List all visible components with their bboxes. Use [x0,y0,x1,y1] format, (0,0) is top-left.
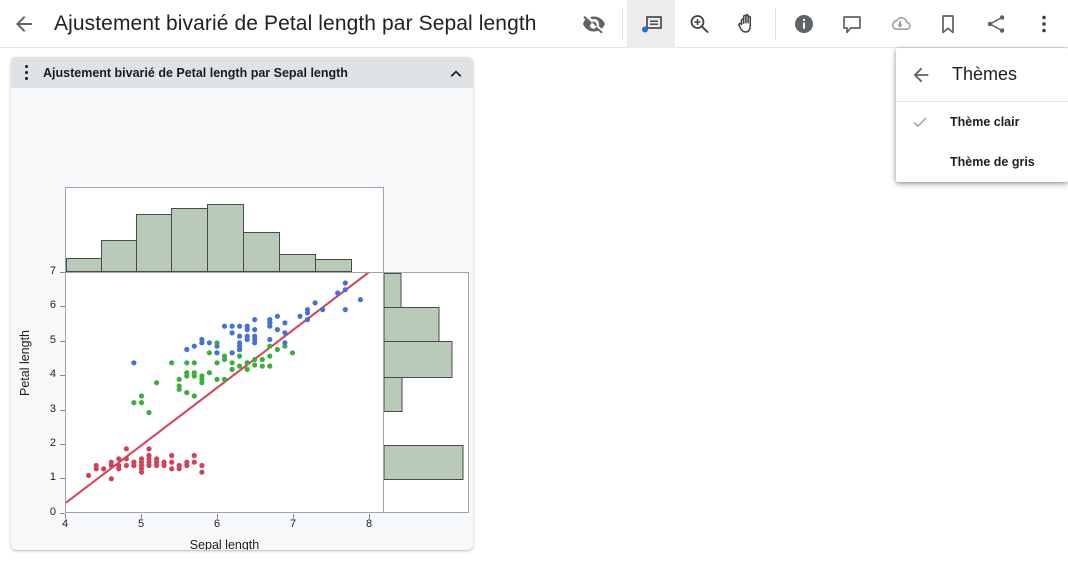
x-tick-label: 5 [132,518,150,530]
menu-item-theme-de-gris[interactable]: Thème de gris [896,142,1068,182]
y-tick [60,375,65,376]
page-title: Ajustement bivarié de Petal length par S… [54,12,537,36]
x-tick-label: 4 [56,518,74,530]
comment-button[interactable] [828,0,876,48]
y-tick [60,341,65,342]
card-kebab-menu-button[interactable] [17,65,35,80]
group-blue-points [131,280,363,365]
regression-line [66,273,383,503]
kebab-dot [25,71,28,74]
chart-plot-area: 0 1 2 3 4 5 6 7 4 5 6 7 8 Sepal length P… [11,88,473,550]
y-tick-label: 3 [40,403,56,415]
info-button[interactable] [780,0,828,48]
check-icon [910,113,930,131]
y-tick-label: 6 [40,299,56,311]
toolbar-divider-1 [622,8,623,40]
y-tick-label: 4 [40,368,56,380]
overflow-menu-icon [1032,12,1056,36]
group-red-points [86,446,204,481]
download-button[interactable] [876,0,924,48]
themes-menu-title: Thèmes [952,64,1017,85]
comment-icon [840,12,864,36]
top-histogram [65,187,384,272]
right-histogram-bars [384,273,468,513]
kebab-dot [25,77,28,80]
cloud-download-icon [888,12,912,36]
annotation-tool-button[interactable] [627,0,675,48]
pan-tool-button[interactable] [723,0,771,48]
chart-card-header: Ajustement bivarié de Petal length par S… [11,57,473,88]
y-tick [60,444,65,445]
y-tick [60,272,65,273]
visibility-off-icon [582,12,606,36]
group-green-points [131,340,295,415]
right-histogram [384,272,469,513]
share-button[interactable] [972,0,1020,48]
menu-item-theme-clair[interactable]: Thème clair [896,102,1068,142]
y-axis-title: Petal length [18,303,32,423]
x-tick-label: 7 [284,518,302,530]
pan-hand-icon [735,12,759,36]
x-tick-label: 8 [360,518,378,530]
bookmark-button[interactable] [924,0,972,48]
chart-card: Ajustement bivarié de Petal length par S… [11,57,473,550]
back-arrow-icon [910,64,932,86]
kebab-dot [25,65,28,68]
scatter-panel [65,272,384,513]
themes-menu-back-button[interactable] [910,64,932,86]
back-button[interactable] [0,0,48,48]
visibility-off-button[interactable] [570,0,618,48]
y-tick-label: 1 [40,471,56,483]
themes-menu: Thèmes Thème clair Thème de gris [896,48,1068,182]
back-arrow-icon [12,12,36,36]
bookmark-icon [936,12,960,36]
y-tick-label: 5 [40,334,56,346]
card-collapse-button[interactable] [447,64,465,82]
x-tick-label: 6 [208,518,226,530]
zoom-icon [687,12,711,36]
toolbar-divider-2 [775,8,776,40]
y-tick [60,478,65,479]
annotation-icon [639,12,663,36]
chart-card-title: Ajustement bivarié de Petal length par S… [43,66,348,80]
y-tick-label: 0 [40,506,56,518]
top-toolbar: Ajustement bivarié de Petal length par S… [0,0,1068,48]
info-icon [792,12,816,36]
y-tick [60,306,65,307]
share-icon [984,12,1008,36]
themes-menu-header: Thèmes [896,48,1068,102]
y-tick-label: 7 [40,265,56,277]
overflow-menu-button[interactable] [1020,0,1068,48]
y-tick-label: 2 [40,437,56,449]
y-tick [60,410,65,411]
chevron-up-icon [447,64,465,82]
zoom-tool-button[interactable] [675,0,723,48]
menu-item-label: Thème clair [950,115,1019,129]
top-histogram-bars [66,188,383,272]
scatter-points [66,273,383,512]
menu-item-label: Thème de gris [950,155,1035,169]
x-axis-title: Sepal length [65,538,384,550]
